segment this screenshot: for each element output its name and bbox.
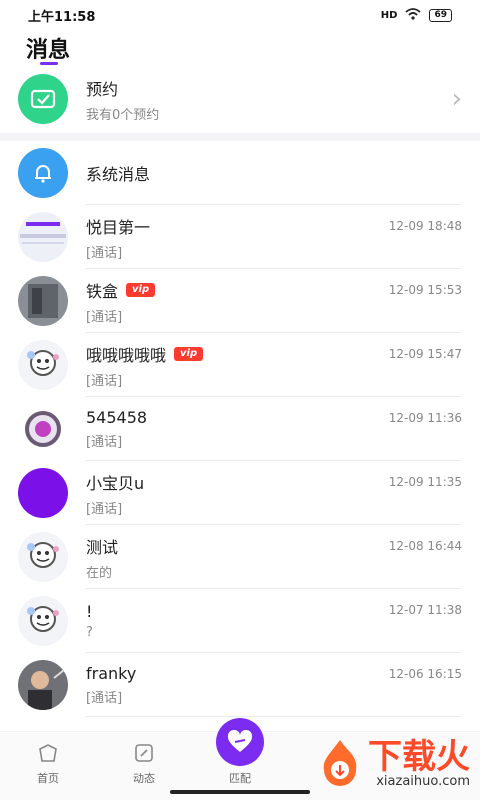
message-time: 12-08 16:44 xyxy=(388,539,462,553)
message-preview: [通话] xyxy=(86,309,123,325)
message-time: 12-07 11:38 xyxy=(388,603,462,617)
avatar xyxy=(18,404,68,454)
conversation-content: 545458 [通话] xyxy=(86,408,389,450)
contact-name: 小宝贝u xyxy=(86,473,145,493)
chevron-right-icon: › xyxy=(451,84,462,114)
avatar xyxy=(18,212,68,262)
reservation-row[interactable]: 预约 我有0个预约 › xyxy=(0,65,480,133)
system-message-title: 系统消息 xyxy=(86,165,151,184)
conversation-row[interactable]: ! ? 12-07 11:38 xyxy=(0,589,480,653)
row-divider xyxy=(86,716,462,717)
status-bar: 上午11:58 HD 69 xyxy=(0,0,480,30)
contact-name: 铁盒 xyxy=(86,281,119,301)
watermark-logo-icon xyxy=(318,738,362,790)
message-time: 12-09 15:53 xyxy=(388,283,462,297)
conversation-row[interactable]: 哦哦哦哦哦 vip [通话] 12-09 15:47 xyxy=(0,333,480,397)
status-icons: HD 69 xyxy=(380,7,452,23)
watermark-text: 下载火 xiazaihuo.com xyxy=(368,740,470,789)
conversation-row[interactable]: 545458 [通话] 12-09 11:36 xyxy=(0,397,480,461)
message-time: 12-09 11:36 xyxy=(388,411,462,425)
conversation-content: ! ? xyxy=(86,602,389,640)
message-preview: [通话] xyxy=(86,245,123,261)
vip-badge: vip xyxy=(174,346,204,361)
message-time: 12-06 16:15 xyxy=(388,667,462,681)
avatar xyxy=(18,660,68,710)
bell-icon xyxy=(18,148,68,198)
nav-home-label: 首页 xyxy=(37,772,59,785)
watermark: 下载火 xiazaihuo.com xyxy=(318,738,470,790)
home-indicator[interactable] xyxy=(170,790,310,794)
conversation-content: 铁盒 vip [通话] xyxy=(86,278,389,325)
conversation-content: 悦目第一 [通话] xyxy=(86,214,389,261)
contact-name: 悦目第一 xyxy=(86,217,151,237)
conversation-row[interactable]: 铁盒 vip [通话] 12-09 15:53 xyxy=(0,269,480,333)
watermark-sub: xiazaihuo.com xyxy=(376,773,470,789)
avatar xyxy=(18,532,68,582)
vip-badge: vip xyxy=(126,282,156,297)
conversation-content: 测试 在的 xyxy=(86,534,389,581)
avatar xyxy=(18,340,68,390)
contact-name: 测试 xyxy=(86,537,119,557)
contact-name: 545458 xyxy=(86,408,148,427)
message-preview: ? xyxy=(86,625,93,640)
contact-name: ! xyxy=(86,602,93,621)
message-preview: [通话] xyxy=(86,691,123,706)
message-preview: [通话] xyxy=(86,501,123,517)
compass-icon xyxy=(133,743,155,766)
battery-icon: 69 xyxy=(429,8,452,22)
message-preview: [通话] xyxy=(86,373,123,389)
conversation-content: 哦哦哦哦哦 vip [通话] xyxy=(86,342,389,389)
conversation-row[interactable]: 小宝贝u [通话] 12-09 11:35 xyxy=(0,461,480,525)
conversation-row[interactable]: 测试 在的 12-08 16:44 xyxy=(0,525,480,589)
conversation-content: franky [通话] xyxy=(86,664,389,706)
avatar xyxy=(18,468,68,518)
reservation-icon xyxy=(18,74,68,124)
watermark-main: 下载火 xyxy=(368,736,470,777)
nav-match-label: 匹配 xyxy=(229,772,251,785)
message-time: 12-09 18:48 xyxy=(388,219,462,233)
system-message-row[interactable]: 系统消息 xyxy=(0,141,480,205)
conversation-row[interactable]: 悦目第一 [通话] 12-09 18:48 xyxy=(0,205,480,269)
contact-name: franky xyxy=(86,664,137,683)
system-message-content: 系统消息 xyxy=(86,161,462,185)
avatar xyxy=(18,596,68,646)
match-heart-icon xyxy=(216,718,264,766)
page-title: 消息 xyxy=(26,38,71,63)
message-preview: [通话] xyxy=(86,435,123,450)
contact-name: 哦哦哦哦哦 xyxy=(86,345,167,365)
wifi-icon xyxy=(405,7,422,23)
nav-moments-label: 动态 xyxy=(133,772,155,785)
message-time: 12-09 15:47 xyxy=(388,347,462,361)
home-icon xyxy=(37,743,59,766)
status-time: 上午11:58 xyxy=(28,9,96,25)
reservation-title: 预约 xyxy=(86,79,119,99)
nav-home[interactable]: 首页 xyxy=(0,732,96,800)
reservation-subtitle: 我有0个预约 xyxy=(86,107,160,123)
message-preview: 在的 xyxy=(86,565,113,581)
conversation-content: 小宝贝u [通话] xyxy=(86,470,389,517)
reservation-content: 预约 我有0个预约 xyxy=(86,76,452,123)
avatar xyxy=(18,276,68,326)
conversation-row[interactable]: franky [通话] 12-06 16:15 xyxy=(0,653,480,717)
section-divider xyxy=(0,133,480,141)
signal-icon: HD xyxy=(380,9,398,21)
message-time: 12-09 11:35 xyxy=(388,475,462,489)
